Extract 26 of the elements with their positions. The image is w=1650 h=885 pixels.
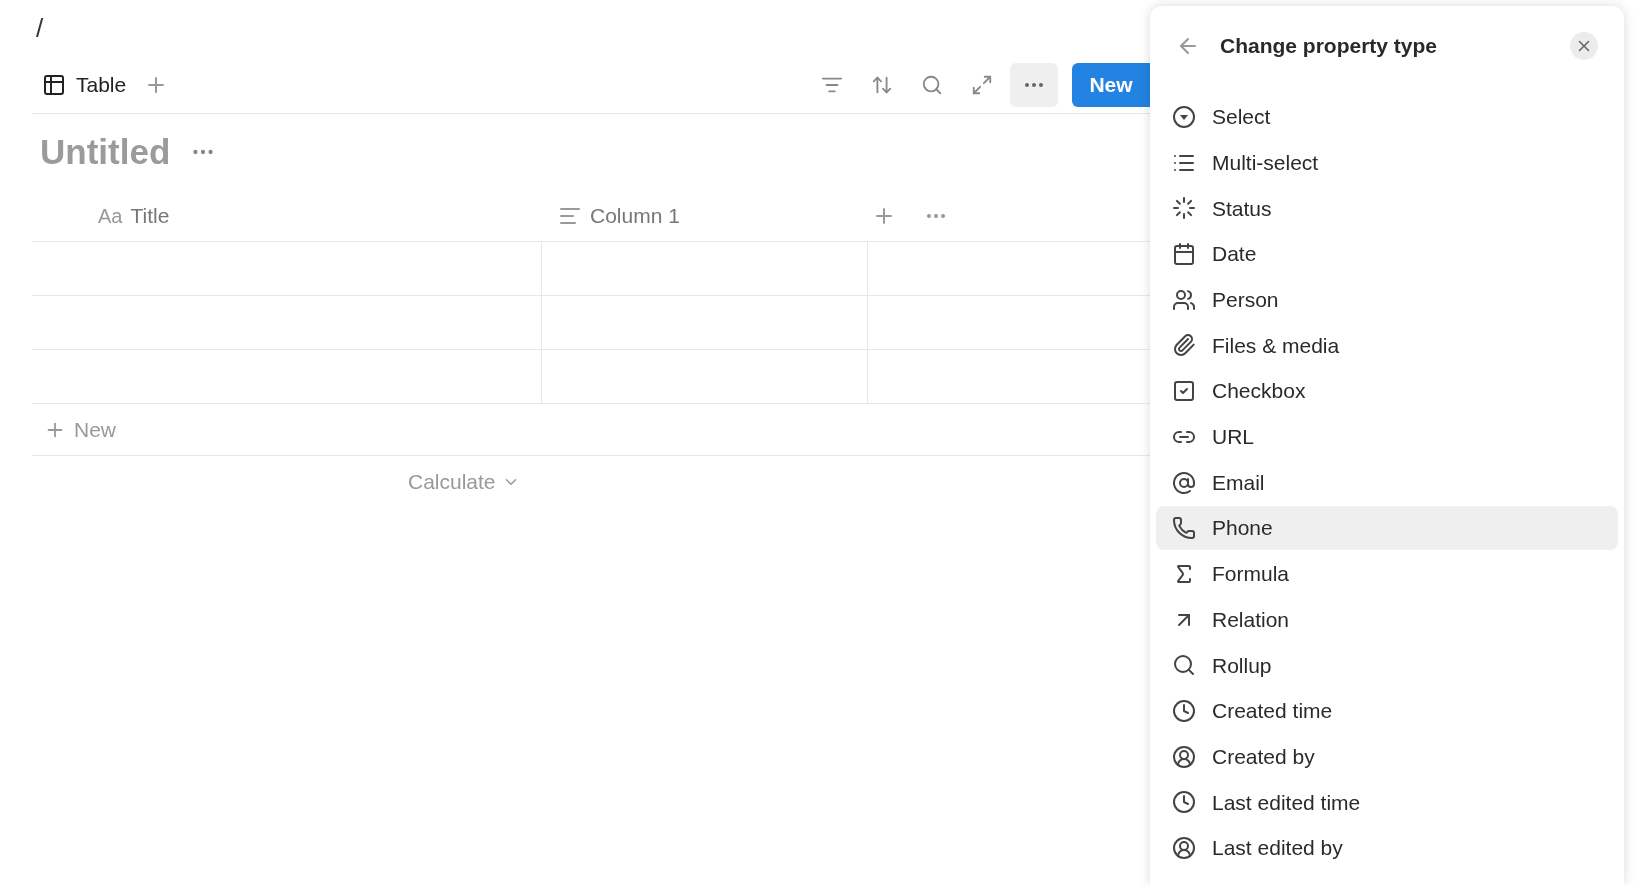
more-button[interactable] — [1010, 62, 1058, 107]
property-type-item[interactable]: Phone — [1156, 506, 1618, 551]
search-icon — [1172, 653, 1196, 678]
page-path: / — [36, 11, 44, 45]
phone-icon — [1172, 516, 1196, 541]
table-icon — [42, 72, 66, 97]
more-icon — [1025, 82, 1043, 87]
user-icon — [1172, 744, 1196, 769]
clock-icon — [1172, 790, 1196, 815]
select-icon — [1172, 105, 1196, 129]
panel-title: Change property type — [1220, 33, 1438, 60]
user-icon — [1172, 836, 1196, 860]
at-sign-icon — [1172, 470, 1196, 495]
clock-icon — [1172, 698, 1196, 723]
people-icon — [1172, 287, 1196, 312]
title-type-icon: Aa — [98, 200, 123, 231]
calendar-icon — [1172, 242, 1196, 267]
column-header[interactable]: Aa Title — [32, 190, 542, 241]
view-tab[interactable]: Table — [32, 64, 137, 105]
paperclip-icon — [1172, 333, 1196, 358]
new-button[interactable]: New — [1072, 62, 1150, 107]
checkbox-icon — [1172, 379, 1196, 404]
column-header[interactable]: Column 1 — [542, 190, 868, 241]
page-title: Untitled — [40, 130, 171, 173]
status-icon — [1172, 196, 1196, 221]
close-button[interactable] — [1570, 32, 1598, 60]
